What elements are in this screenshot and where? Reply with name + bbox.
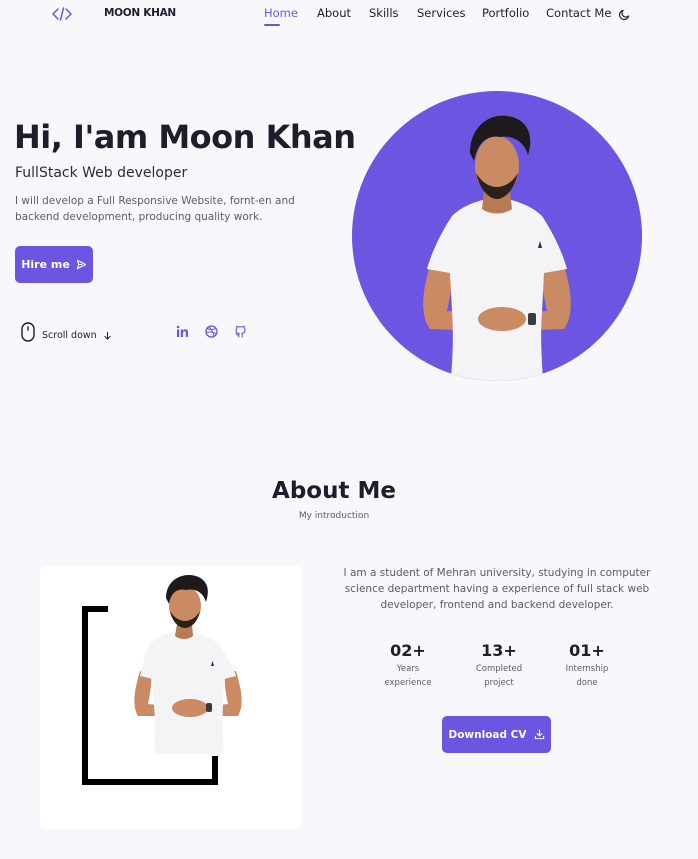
hero-description: I will develop a Full Responsive Website…: [15, 195, 295, 223]
code-icon[interactable]: [52, 6, 72, 22]
hero-subtitle: FullStack Web developer: [15, 165, 188, 181]
hire-me-button[interactable]: Hire me: [15, 246, 93, 283]
about-subtitle: My introduction: [298, 511, 370, 521]
send-icon: [76, 259, 86, 270]
download-cv-label: Download CV: [448, 728, 527, 741]
brand-name[interactable]: MOON KHAN: [104, 7, 176, 19]
stat-label-line: done: [576, 678, 598, 688]
stat-label-line: experience: [384, 678, 432, 688]
stat-years-label: Years experience: [373, 662, 443, 690]
person-illustration: [423, 115, 571, 381]
about-profile-image: [40, 566, 302, 829]
nav-link-portfolio[interactable]: Portfolio: [482, 6, 529, 20]
nav-link-skills[interactable]: Skills: [369, 6, 399, 20]
active-underline: [264, 24, 280, 26]
stat-internship-number: 01+: [569, 641, 605, 660]
nav-link-home[interactable]: Home: [264, 6, 298, 20]
hero-profile-image: [352, 91, 642, 381]
stat-years-number: 02+: [390, 641, 426, 660]
arrow-down-icon[interactable]: [103, 331, 112, 341]
stat-label-line: Years: [396, 664, 420, 674]
download-icon: [534, 729, 544, 740]
navbar: MOON KHAN Home About Skills Services Por…: [0, 0, 698, 30]
github-icon[interactable]: [234, 325, 247, 338]
stat-internship-label: Internship done: [552, 662, 622, 690]
nav-link-contact[interactable]: Contact Me: [546, 6, 611, 20]
stat-label-line: Internship: [565, 664, 609, 674]
stat-projects-label: Completed project: [464, 662, 534, 690]
dribbble-icon[interactable]: [205, 325, 218, 338]
download-cv-button[interactable]: Download CV: [442, 716, 551, 753]
hero-title: Hi, I'am Moon Khan: [14, 118, 356, 156]
moon-icon[interactable]: [618, 8, 631, 21]
scroll-down-link[interactable]: Scroll down: [42, 330, 97, 341]
stat-projects-number: 13+: [481, 641, 517, 660]
mouse-icon: [21, 322, 35, 342]
stat-label-line: project: [484, 678, 514, 688]
stat-label-line: Completed: [475, 664, 523, 674]
nav-link-services[interactable]: Services: [417, 6, 466, 20]
person-illustration: [82, 574, 242, 785]
hire-me-label: Hire me: [21, 258, 70, 271]
about-title: About Me: [272, 478, 396, 504]
linkedin-icon[interactable]: [176, 325, 189, 338]
about-description: I am a student of Mehran university, stu…: [343, 567, 651, 611]
nav-link-about[interactable]: About: [317, 6, 351, 20]
